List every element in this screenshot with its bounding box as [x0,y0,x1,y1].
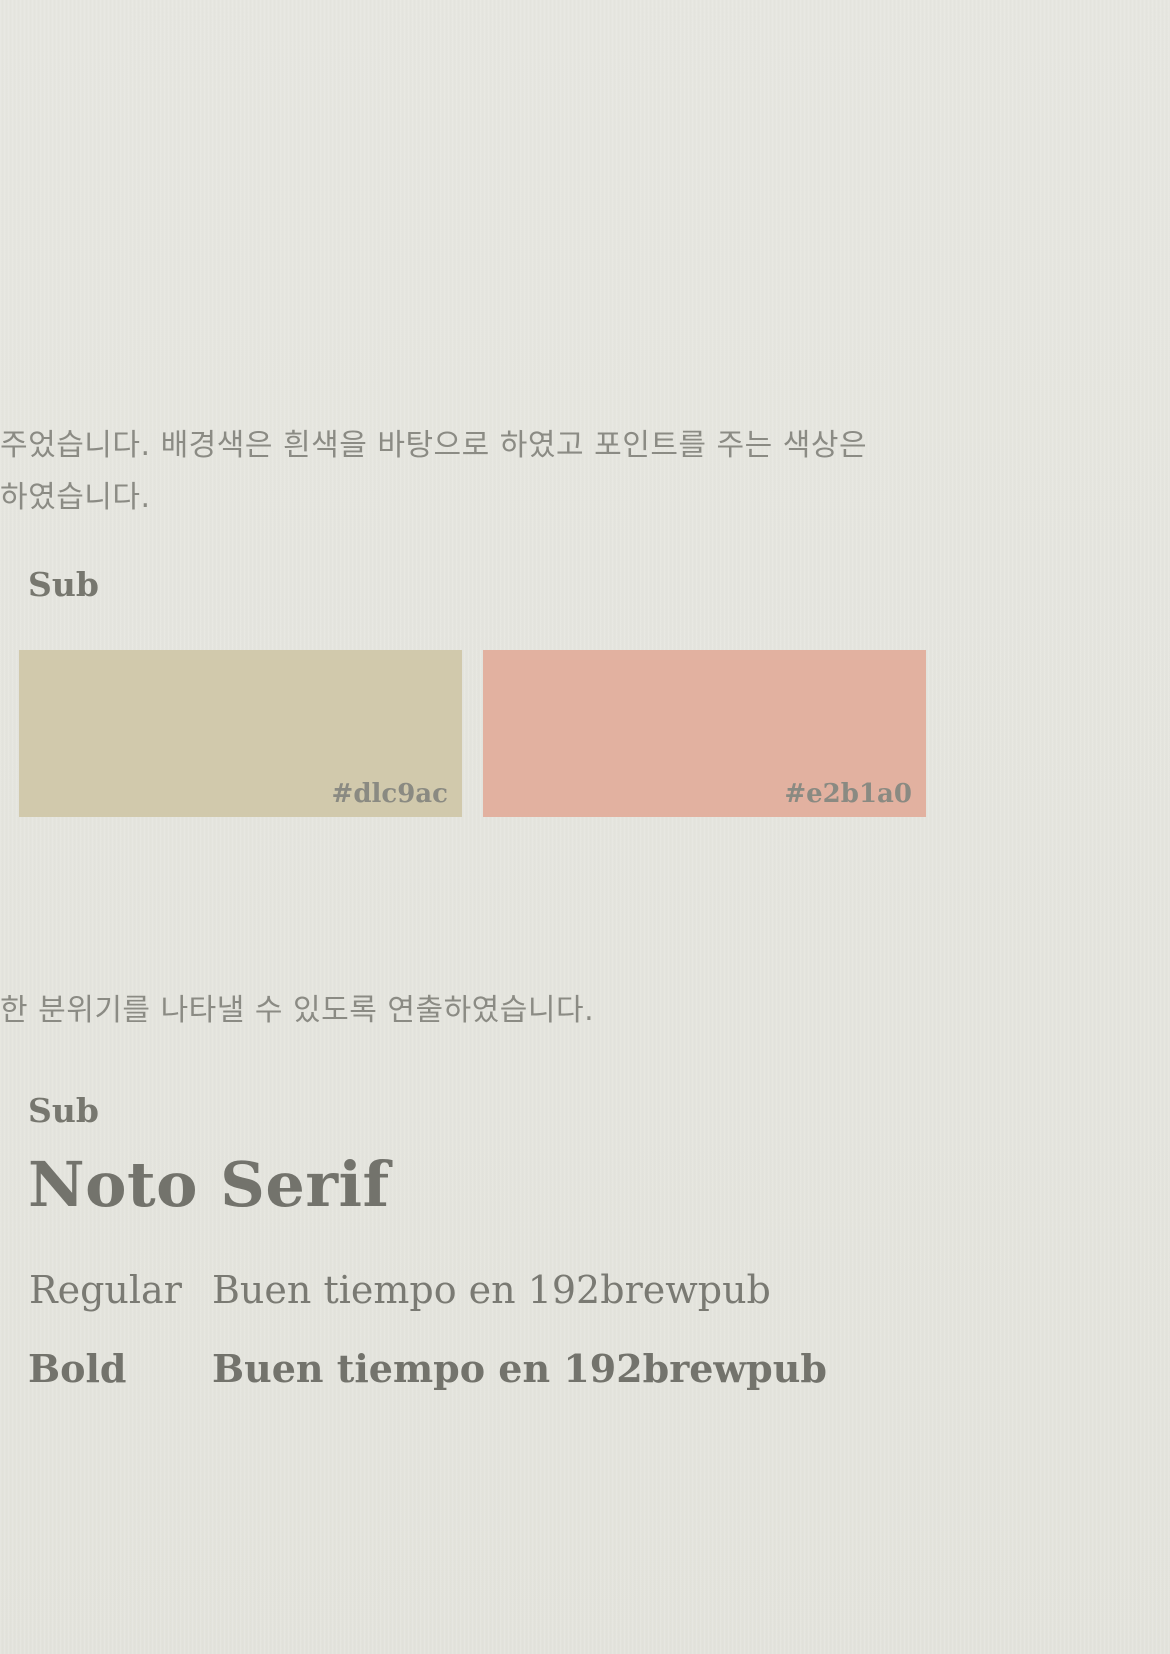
color-description-line-2: 하였습니다. [0,480,151,515]
swatch-hex-label: #dlc9ac [331,779,448,809]
color-swatch-beige: #dlc9ac [19,650,462,817]
weight-label-regular: Regular [29,1268,182,1312]
sample-text-bold: Buen tiempo en 192brewpub [212,1346,827,1391]
font-family-name: Noto Serif [28,1148,390,1221]
color-sub-label: Sub [28,565,99,604]
font-description-line: 한 분위기를 나타낼 수 있도록 연출하였습니다. [0,993,595,1028]
color-description-line-1: 주었습니다. 배경색은 흰색을 바탕으로 하였고 포인트를 주는 색상은 [0,428,868,463]
swatch-hex-label: #e2b1a0 [784,779,912,809]
typography-sub-label: Sub [28,1091,99,1130]
sample-text-regular: Buen tiempo en 192brewpub [212,1268,771,1312]
color-swatch-salmon: #e2b1a0 [483,650,926,817]
weight-label-bold: Bold [28,1346,127,1391]
